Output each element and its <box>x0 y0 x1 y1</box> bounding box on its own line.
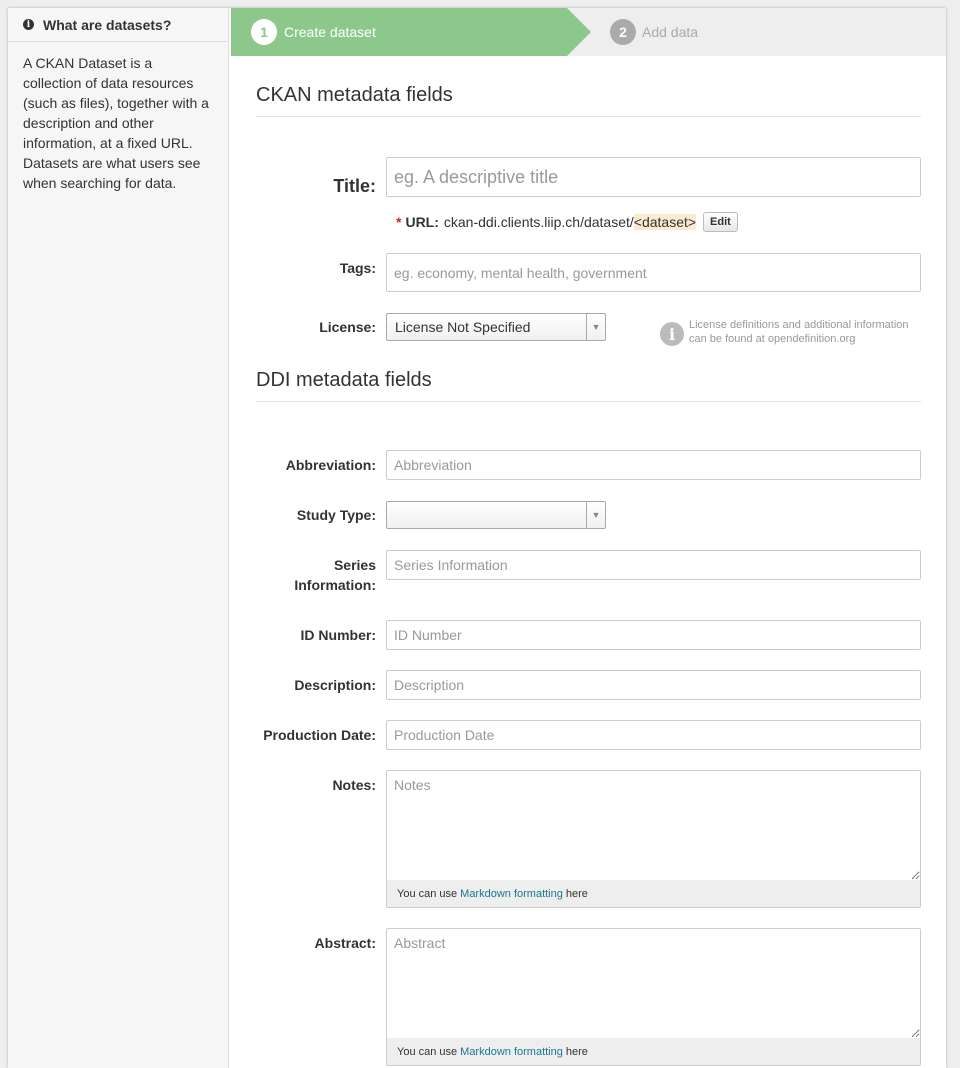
tags-input[interactable] <box>386 253 921 292</box>
stage-1-label: Create dataset <box>284 24 376 40</box>
title-input[interactable] <box>386 157 921 197</box>
required-mark: * <box>396 214 402 230</box>
url-edit-button[interactable]: Edit <box>703 212 738 232</box>
sidebar: i What are datasets? A CKAN Dataset is a… <box>8 8 229 1068</box>
id-number-label: ID Number: <box>300 627 376 643</box>
ckan-section-title: CKAN metadata fields <box>256 84 921 117</box>
license-selected-value: License Not Specified <box>395 319 531 335</box>
sidebar-heading-text: What are datasets? <box>43 16 172 33</box>
license-select[interactable]: License Not Specified ▼ <box>386 313 606 341</box>
sidebar-heading: i What are datasets? <box>8 8 228 42</box>
chevron-down-icon[interactable]: ▼ <box>586 502 605 528</box>
notes-label: Notes: <box>332 777 376 793</box>
production-date-label: Production Date: <box>263 727 376 743</box>
chevron-down-icon[interactable]: ▼ <box>586 314 605 340</box>
notes-textarea[interactable] <box>387 771 920 880</box>
markdown-link[interactable]: Markdown formatting <box>460 888 563 900</box>
info-icon: i <box>23 19 34 30</box>
markdown-hint: You can use Markdown formatting here <box>387 880 920 907</box>
abstract-label: Abstract: <box>314 935 376 951</box>
description-label: Description: <box>294 677 376 693</box>
sidebar-description: A CKAN Dataset is a collection of data r… <box>23 55 209 191</box>
tags-label: Tags: <box>339 260 376 276</box>
url-row: * URL: ckan-ddi.clients.liip.ch/dataset/… <box>396 212 738 232</box>
license-info: i License definitions and additional inf… <box>660 318 920 346</box>
markdown-hint: You can use Markdown formatting here <box>387 1038 920 1065</box>
info-icon: i <box>660 322 684 346</box>
series-information-input[interactable] <box>386 550 921 580</box>
stage-2-label: Add data <box>642 24 699 40</box>
license-label: License: <box>319 319 376 335</box>
stage-add-data[interactable]: 2 Add data <box>610 8 698 56</box>
url-prefix: ckan-ddi.clients.liip.ch/dataset/ <box>443 214 634 230</box>
stage-arrow <box>567 8 591 56</box>
url-slug: <dataset> <box>633 214 697 230</box>
page-container: i What are datasets? A CKAN Dataset is a… <box>8 8 946 1068</box>
production-date-input[interactable] <box>386 720 921 750</box>
title-label: Title: <box>333 176 376 196</box>
markdown-link[interactable]: Markdown formatting <box>460 1046 563 1058</box>
url-label: URL: <box>405 214 439 230</box>
license-info-text: License definitions and additional infor… <box>689 319 909 345</box>
notes-editor: You can useMarkdown formattinghere <box>386 770 921 908</box>
stage-create-dataset: 1 Create dataset <box>231 8 567 56</box>
abbreviation-input[interactable] <box>386 450 921 480</box>
id-number-input[interactable] <box>386 620 921 650</box>
study-type-select[interactable]: ▼ <box>386 501 606 529</box>
stage-1-number: 1 <box>251 19 277 45</box>
series-information-label: Series Information: <box>294 557 376 593</box>
opendefinition-link[interactable]: opendefinition.org <box>768 333 855 345</box>
abstract-textarea[interactable] <box>387 929 920 1038</box>
study-type-label: Study Type: <box>296 507 376 523</box>
abbreviation-label: Abbreviation: <box>285 457 376 473</box>
description-input[interactable] <box>386 670 921 700</box>
stages-bar: 1 Create dataset 2 Add data <box>231 8 946 56</box>
stage-2-number: 2 <box>610 19 636 45</box>
ddi-section-title: DDI metadata fields <box>256 369 921 402</box>
abstract-editor: You can useMarkdown formattinghere <box>386 928 921 1066</box>
